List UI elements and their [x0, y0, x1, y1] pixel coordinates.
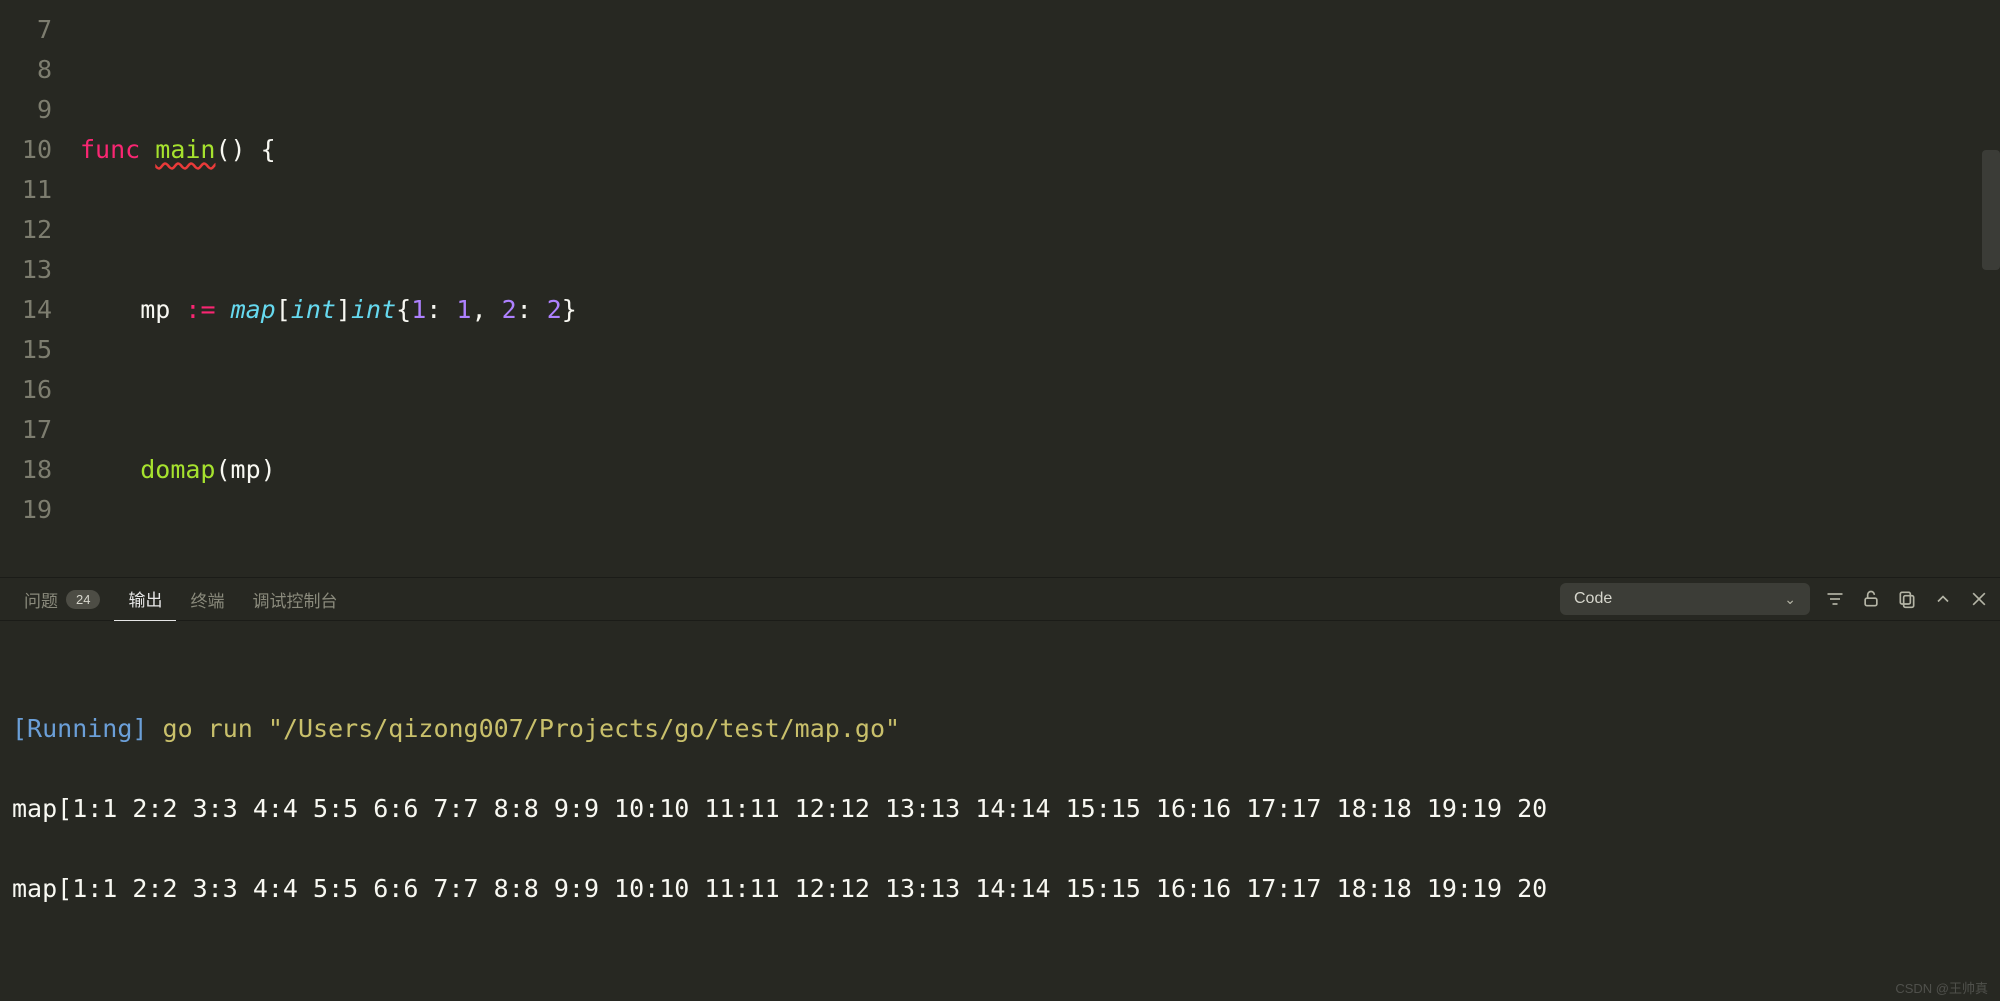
code-content[interactable]: func main() { mp := map[int]int{1: 1, 2:… — [80, 0, 2000, 577]
func-name-main: main — [155, 135, 215, 164]
identifier: mp — [140, 295, 170, 324]
operator-declare: := — [185, 295, 215, 324]
output-panel[interactable]: [Running] go run "/Users/qizong007/Proje… — [0, 621, 2000, 1001]
output-line: [Running] go run "/Users/qizong007/Proje… — [12, 709, 1988, 749]
minimap-scrollbar[interactable] — [1982, 150, 2000, 270]
keyword-func: func — [80, 135, 140, 164]
code-line[interactable]: mp := map[int]int{1: 1, 2: 2} — [80, 290, 2000, 330]
line-number: 10 — [0, 130, 52, 170]
running-tag: [Running] — [12, 714, 147, 743]
code-line[interactable]: func main() { — [80, 130, 2000, 170]
line-number: 18 — [0, 450, 52, 490]
run-command: go run — [163, 714, 268, 743]
tab-label: 问题 — [24, 587, 58, 612]
line-number: 16 — [0, 370, 52, 410]
paren-brace: () { — [216, 135, 276, 164]
tab-terminal[interactable]: 终端 — [176, 577, 238, 621]
tab-problems[interactable]: 问题 24 — [10, 577, 114, 621]
line-number: 7 — [0, 10, 52, 50]
line-number: 8 — [0, 50, 52, 90]
type-int: int — [351, 295, 396, 324]
tab-label: 输出 — [128, 586, 162, 611]
line-number: 17 — [0, 410, 52, 450]
panel-tabs: 问题 24 输出 终端 调试控制台 Code ⌄ — [0, 577, 2000, 621]
line-number: 14 — [0, 290, 52, 330]
code-area[interactable]: 78910111213141516171819 func main() { mp… — [0, 0, 2000, 577]
type-int: int — [291, 295, 336, 324]
output-channel-dropdown[interactable]: Code ⌄ — [1560, 583, 1810, 615]
chevron-down-icon: ⌄ — [1784, 591, 1796, 608]
tab-label: 终端 — [190, 587, 224, 612]
func-call-domap: domap — [140, 455, 215, 484]
number: 2 — [547, 295, 562, 324]
line-number: 9 — [0, 90, 52, 130]
chevron-up-icon[interactable] — [1932, 588, 1954, 610]
output-line: map[1:1 2:2 3:3 4:4 5:5 6:6 7:7 8:8 9:9 … — [12, 869, 1988, 909]
number: 2 — [502, 295, 517, 324]
output-line: map[1:1 2:2 3:3 4:4 5:5 6:6 7:7 8:8 9:9 … — [12, 789, 1988, 829]
keyword-map: map — [231, 295, 276, 324]
tab-label: 调试控制台 — [252, 587, 337, 612]
line-number: 13 — [0, 250, 52, 290]
line-number: 11 — [0, 170, 52, 210]
editor-root: 78910111213141516171819 func main() { mp… — [0, 0, 2000, 1001]
panel-actions: Code ⌄ — [1560, 583, 1990, 615]
tab-debug-console[interactable]: 调试控制台 — [238, 577, 351, 621]
problems-count-badge: 24 — [66, 590, 100, 609]
code-line[interactable]: domap(mp) — [80, 450, 2000, 490]
tab-output[interactable]: 输出 — [114, 577, 176, 621]
number: 1 — [411, 295, 426, 324]
line-number: 15 — [0, 330, 52, 370]
line-number-gutter: 78910111213141516171819 — [0, 0, 80, 577]
dropdown-value: Code — [1574, 590, 1612, 608]
line-number: 12 — [0, 210, 52, 250]
clear-output-icon[interactable] — [1896, 588, 1918, 610]
lock-icon[interactable] — [1860, 588, 1882, 610]
watermark: CSDN @王帅真 — [1895, 978, 1988, 997]
filter-icon[interactable] — [1824, 588, 1846, 610]
number: 1 — [456, 295, 471, 324]
close-panel-icon[interactable] — [1968, 588, 1990, 610]
run-path: "/Users/qizong007/Projects/go/test/map.g… — [268, 714, 900, 743]
line-number: 19 — [0, 490, 52, 530]
